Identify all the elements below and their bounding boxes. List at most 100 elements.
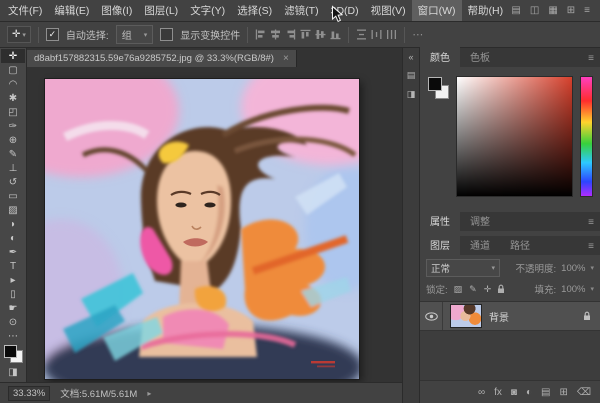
tab-paths[interactable]: 路径 [500,234,540,255]
zoom-level-field[interactable]: 33.33% [8,386,50,401]
delete-layer-icon[interactable]: ⌫ [577,387,591,398]
foreground-color-swatch[interactable] [4,345,17,358]
menu-item-file[interactable]: 文件(F) [2,0,48,21]
auto-select-target-dropdown[interactable]: 组 ▾ [116,25,154,44]
quick-selection-tool-button[interactable]: ✱ [1,91,25,105]
collapsed-panel-icon-2[interactable]: ◨ [407,89,416,100]
layer-effects-icon[interactable]: fx [494,387,502,398]
menu-item-type[interactable]: 文字(Y) [184,0,231,21]
pen-tool-button[interactable]: ✒ [1,245,25,259]
edit-toolbar-icon[interactable]: ⋯ [1,329,25,343]
blend-mode-dropdown[interactable]: 正常 ▾ [426,259,500,277]
align-top-edges-icon[interactable] [300,29,311,40]
dodge-tool-button[interactable]: ◐ [1,231,25,245]
eyedropper-tool-button[interactable]: ✑ [1,119,25,133]
document-tab[interactable]: d8abf157882315.59e76a9285752.jpg @ 33.3%… [27,50,297,67]
tab-layers[interactable]: 图层 [420,234,460,255]
grid-icon[interactable]: ▦ [548,5,557,16]
panel-menu-icon[interactable]: ≡ [588,217,600,231]
tab-channels[interactable]: 通道 [460,234,500,255]
align-vertical-centers-icon[interactable] [315,29,326,40]
close-icon[interactable]: × [283,53,289,64]
tab-properties[interactable]: 属性 [420,210,460,231]
adjustment-layer-icon[interactable]: ◐ [526,387,532,398]
align-right-edges-icon[interactable] [285,29,296,40]
tab-color[interactable]: 颜色 [420,46,460,67]
clone-stamp-tool-button[interactable]: ⊥ [1,161,25,175]
distribute-horizontal-icon[interactable] [371,29,382,40]
workspace-icon[interactable]: ▤ [511,5,520,16]
layer-row-background[interactable]: 背景 [420,302,600,331]
chevron-down-icon[interactable]: ▾ [590,264,594,272]
align-bottom-edges-icon[interactable] [330,29,341,40]
move-tool-icon: ✛ [9,51,17,62]
status-popup-arrow-icon[interactable]: ▸ [147,389,151,398]
brush-tool-button[interactable]: ✎ [1,147,25,161]
menu-item-image[interactable]: 图像(I) [95,0,138,21]
crop-tool-button[interactable]: ◰ [1,105,25,119]
menu-item-view[interactable]: 视图(V) [365,0,412,21]
align-horizontal-centers-icon[interactable] [270,29,281,40]
menu-item-filter[interactable]: 滤镜(T) [278,0,324,21]
visibility-toggle[interactable] [420,302,443,330]
new-layer-icon[interactable]: ⊞ [559,387,567,398]
layer-mask-icon[interactable]: ◙ [511,387,517,398]
lock-transparency-icon[interactable]: ▨ [453,284,464,295]
type-tool-button[interactable]: T [1,259,25,273]
panel-menu-icon[interactable]: ≡ [588,241,600,255]
show-transform-controls-checkbox[interactable] [160,28,173,41]
panel-menu-icon[interactable]: ≡ [584,5,590,16]
panel-menu-icon[interactable]: ≡ [588,53,600,67]
lock-all-icon[interactable] [497,284,505,294]
eyedropper-tool-icon: ✑ [9,121,17,132]
canvas-pasteboard[interactable] [27,67,402,382]
tool-preset-dropdown[interactable]: ✛ ▾ [7,26,31,43]
lasso-tool-button[interactable]: ◠ [1,77,25,91]
distribute-centers-icon[interactable] [386,29,397,40]
link-layers-icon[interactable]: ∞ [478,387,485,398]
chevron-down-icon[interactable]: ▾ [590,285,594,293]
lock-position-icon[interactable]: ✛ [483,284,493,295]
rectangular-marquee-tool-button[interactable]: ▢ [1,63,25,77]
hue-slider[interactable] [580,76,593,197]
foreground-color-swatch[interactable] [428,77,442,91]
quick-mask-icon[interactable]: ◨ [1,365,25,379]
menu-item-help[interactable]: 帮助(H) [462,0,510,21]
saturation-brightness-picker[interactable] [456,76,573,197]
blur-tool-button[interactable]: ◗ [1,217,25,231]
document-tab-bar: d8abf157882315.59e76a9285752.jpg @ 33.3%… [27,48,402,67]
menu-item-edit[interactable]: 编辑(E) [48,0,95,21]
tab-swatches[interactable]: 色板 [460,46,500,67]
expand-panels-icon[interactable]: « [408,52,413,62]
layers-panel-tab-bar: 图层 通道 路径 ≡ [420,236,600,255]
lock-pixels-icon[interactable]: ✎ [468,284,478,295]
distribute-vertical-icon[interactable] [356,29,367,40]
menu-item-select[interactable]: 选择(S) [231,0,278,21]
show-transform-controls-label: 显示变换控件 [180,27,240,42]
auto-select-checkbox[interactable]: ✓ [46,28,59,41]
history-brush-tool-button[interactable]: ↺ [1,175,25,189]
collapsed-panel-icon-1[interactable]: ▤ [407,70,416,81]
align-left-edges-icon[interactable] [255,29,266,40]
path-selection-tool-button[interactable]: ▸ [1,273,25,287]
canvas-image[interactable] [45,79,359,379]
hand-tool-button[interactable]: ☛ [1,301,25,315]
opacity-value[interactable]: 100% [561,263,585,274]
healing-brush-tool-button[interactable]: ⊕ [1,133,25,147]
rectangle-tool-button[interactable]: ▯ [1,287,25,301]
extras-icon[interactable]: ⊞ [567,5,575,16]
layer-thumbnail[interactable] [450,304,482,328]
foreground-background-swatches[interactable] [4,345,23,363]
fill-value[interactable]: 100% [561,284,585,295]
color-panel-fg-bg-swatches[interactable] [427,76,449,102]
tab-adjustments[interactable]: 调整 [460,210,500,231]
layer-group-icon[interactable]: ▤ [541,387,550,398]
more-options-icon[interactable]: ⋯ [412,28,423,41]
eraser-tool-button[interactable]: ▭ [1,189,25,203]
move-tool-button[interactable]: ✛ [1,49,25,63]
arrange-documents-icon[interactable]: ◫ [530,5,539,16]
menu-item-window[interactable]: 窗口(W) [412,0,462,21]
gradient-tool-button[interactable]: ▨ [1,203,25,217]
menu-item-layer[interactable]: 图层(L) [138,0,184,21]
zoom-tool-button[interactable]: ⊙ [1,315,25,329]
